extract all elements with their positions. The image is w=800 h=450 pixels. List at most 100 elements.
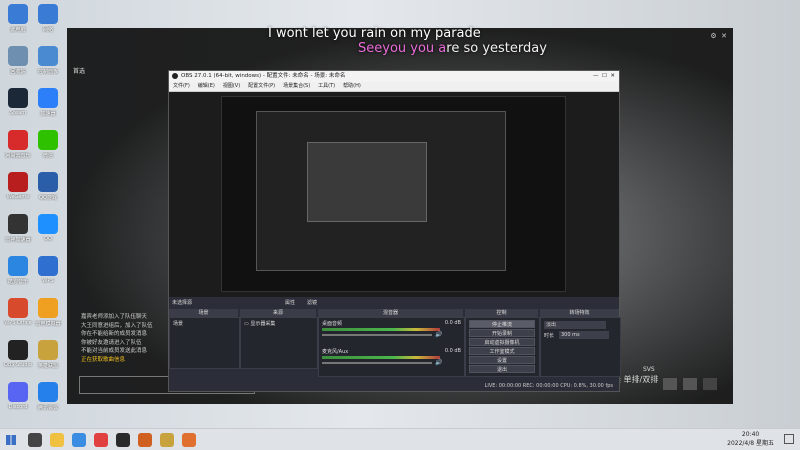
- thunder-icon: [8, 214, 28, 234]
- desktop-icon[interactable]: 网络: [30, 2, 66, 42]
- source-item[interactable]: ▭ 显示器采集: [241, 318, 317, 329]
- control-button[interactable]: 启动虚拟摄像机: [469, 338, 535, 346]
- sources-dock-header: 来源: [240, 309, 316, 317]
- menu-item[interactable]: 配置文件(P): [248, 83, 275, 89]
- overlay-window-controls[interactable]: ⚙ ✕: [710, 32, 727, 40]
- wps-icon: [38, 256, 58, 276]
- clock-date: 2022/4/8 星期五: [727, 440, 774, 447]
- menu-item[interactable]: 帮助(H): [343, 83, 361, 89]
- menu-item[interactable]: 工具(T): [318, 83, 335, 89]
- overlay-label: 首选: [73, 68, 86, 75]
- control-button[interactable]: 停止推流: [469, 320, 535, 328]
- chrome-icon[interactable]: [182, 433, 196, 447]
- scenes-dock-header: 场景: [169, 309, 238, 317]
- chat-icon[interactable]: [663, 378, 677, 390]
- audio-mixer: 桌面音频 0.0 dB 🔊 麦克风/Aux 0.0 dB 🔊: [318, 317, 465, 377]
- kugou-icon: [8, 256, 28, 276]
- control-button[interactable]: 工作室模式: [469, 347, 535, 355]
- obs-statusbar: LIVE: 00:00:00 REC: 00:00:00 CPU: 0.8%, …: [169, 381, 619, 391]
- desktop-icon-label: 加速器: [40, 111, 56, 117]
- transitions-dock-header: 转场特效: [540, 309, 619, 317]
- clock[interactable]: 20:40 2022/4/8 星期五: [727, 431, 774, 447]
- sources-list[interactable]: ▭ 显示器采集: [240, 317, 318, 369]
- obs-window[interactable]: OBS 27.0.1 (64-bit, windows) - 配置文件: 未命名…: [168, 70, 621, 392]
- desktop-icon-label: 网络: [42, 27, 53, 33]
- source-toolbar: 未选择源 属性 滤镜: [169, 297, 619, 307]
- qq-game-icon: [38, 172, 58, 192]
- lyric-rest: re so yesterday: [446, 41, 547, 56]
- chat-app-icon: [8, 382, 28, 402]
- lol-icon: [38, 340, 58, 360]
- game-icon[interactable]: [138, 433, 152, 447]
- qq-icon: [38, 214, 58, 234]
- transition-select[interactable]: 淡出: [544, 321, 606, 329]
- mixer-dock-header: 混音器: [318, 309, 463, 317]
- desktop-icon[interactable]: WPS: [30, 254, 66, 294]
- obs-title: OBS 27.0.1 (64-bit, windows) - 配置文件: 未命名…: [181, 73, 346, 79]
- recycle-bin-icon: [8, 46, 28, 66]
- mixer-channel-2-level: 0.0 dB: [444, 348, 461, 354]
- taskbar: 20:40 2022/4/8 星期五: [0, 428, 800, 450]
- lol-icon[interactable]: [160, 433, 174, 447]
- notification-icon[interactable]: [784, 434, 794, 444]
- edge-icon[interactable]: [72, 433, 86, 447]
- menu-item[interactable]: 场景集合(S): [283, 83, 310, 89]
- mic-mute-icon[interactable]: 🔊: [435, 359, 442, 366]
- menu-item[interactable]: 编辑(E): [198, 83, 215, 89]
- scenes-list[interactable]: 场景: [169, 317, 240, 369]
- search-icon[interactable]: [28, 433, 42, 447]
- control-button[interactable]: 开始录制: [469, 329, 535, 337]
- mixer-channel-1-slider[interactable]: [322, 334, 432, 336]
- desktop-icon[interactable]: 雷电模拟器: [30, 296, 66, 336]
- steam-icon: [8, 88, 28, 108]
- meeting-icon: [38, 382, 58, 402]
- wegame-icon: [8, 172, 28, 192]
- desktop-icon[interactable]: 加速器: [30, 86, 66, 126]
- control-panel-icon: [38, 46, 58, 66]
- duration-label: 时长: [544, 333, 555, 339]
- desktop-icon[interactable]: QQ: [30, 212, 66, 252]
- obs-logo-icon: [172, 73, 178, 79]
- desktop-icon[interactable]: 控制面板: [30, 44, 66, 84]
- menu-item[interactable]: 视图(V): [223, 83, 240, 89]
- desktop-icon[interactable]: QQ游戏: [30, 170, 66, 210]
- control-button[interactable]: 退出: [469, 365, 535, 373]
- desktop-icon-label: 控制面板: [37, 69, 58, 75]
- netease-music-icon[interactable]: [94, 433, 108, 447]
- desktop-icon[interactable]: 微信: [30, 128, 66, 168]
- netease-music-icon: [8, 130, 28, 150]
- duration-input[interactable]: 300 ms: [559, 331, 609, 339]
- lyric-line-1: I wont let you rain on my parade: [268, 26, 481, 41]
- rank-tag: SVS: [643, 366, 655, 373]
- source-item-label: 显示器采集: [250, 321, 276, 327]
- desktop-icon-label: 英雄联盟: [37, 363, 58, 369]
- control-button[interactable]: 设置: [469, 356, 535, 364]
- lyric-line-2: Seeyou you are so yesterday: [358, 41, 547, 56]
- accelerator-icon: [38, 88, 58, 108]
- desktop-icon[interactable]: 英雄联盟: [30, 338, 66, 378]
- properties-button[interactable]: 属性: [285, 299, 295, 306]
- scene-item[interactable]: 场景: [170, 318, 239, 329]
- mixer-channel-2-name: 麦克风/Aux: [322, 349, 349, 355]
- obs-preview[interactable]: [169, 92, 619, 297]
- filters-button[interactable]: 滤镜: [307, 299, 317, 306]
- desktop-icon-label: WPS: [42, 278, 54, 284]
- mixer-channel-2-slider[interactable]: [322, 362, 432, 364]
- desktop-icon[interactable]: 腾讯会议: [30, 380, 66, 420]
- obs-titlebar[interactable]: OBS 27.0.1 (64-bit, windows) - 配置文件: 未命名…: [169, 71, 619, 82]
- network-icon: [38, 4, 58, 24]
- obs-icon[interactable]: [116, 433, 130, 447]
- mixer-channel-2-meter: [322, 356, 440, 359]
- notice-icon[interactable]: [683, 378, 697, 390]
- desktop-icon-label: 微信: [42, 153, 53, 159]
- file-explorer-icon[interactable]: [50, 433, 64, 447]
- preview-canvas: [221, 96, 566, 292]
- start-icon[interactable]: [6, 435, 16, 445]
- obs-window-buttons[interactable]: — ☐ ✕: [593, 71, 615, 82]
- clock-time: 20:40: [741, 431, 760, 438]
- desktop-icon-label: QQ: [44, 236, 52, 242]
- wechat-icon: [38, 130, 58, 150]
- speaker-icon[interactable]: 🔊: [435, 331, 442, 338]
- menu-item[interactable]: 文件(F): [173, 83, 190, 89]
- mic-icon[interactable]: [703, 378, 717, 390]
